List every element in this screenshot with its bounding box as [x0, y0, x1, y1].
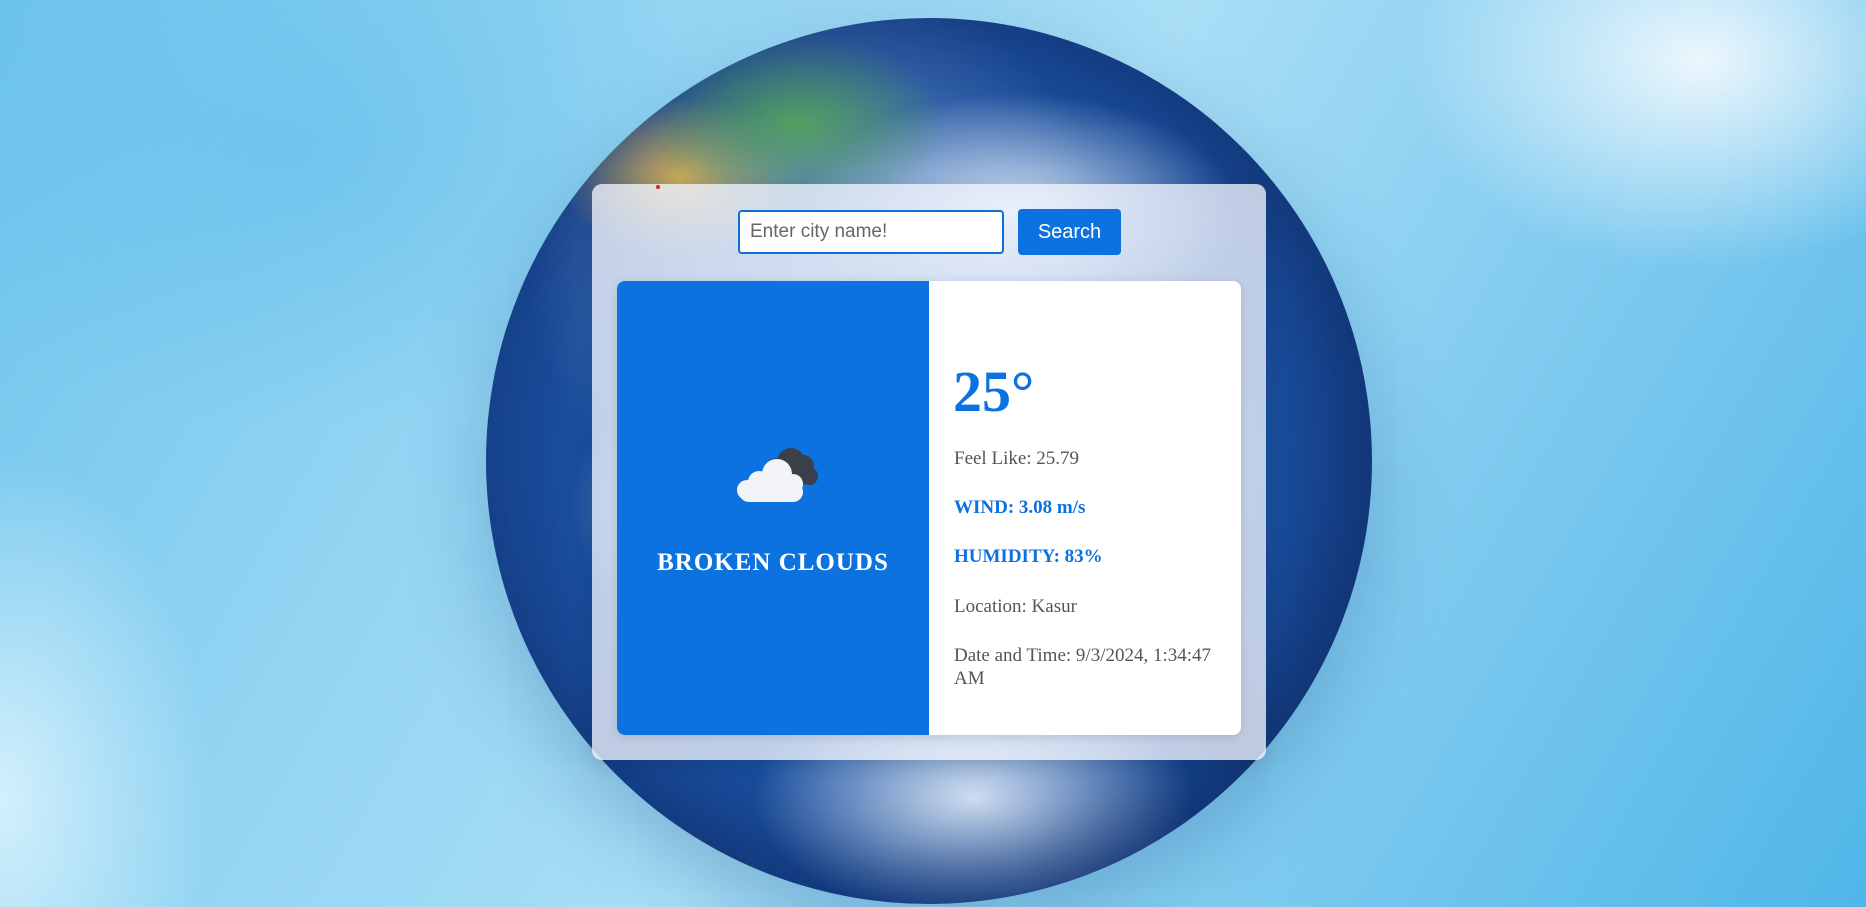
date-time-text: Date and Time: 9/3/2024, 1:34:47 AM — [954, 645, 1212, 689]
weather-condition-panel: BROKEN CLOUDS — [617, 281, 929, 735]
wind-text: WIND: 3.08 m/s — [954, 497, 1086, 518]
broken-clouds-icon — [737, 448, 818, 502]
cursor-dot — [656, 185, 660, 189]
search-button[interactable]: Search — [1018, 209, 1121, 255]
weather-card: BROKEN CLOUDS 25° Feel Like: 25.79 WIND:… — [617, 281, 1241, 735]
weather-app-panel: Search BROKEN CLOUDS — [592, 184, 1266, 760]
location-text: Location: Kasur — [954, 596, 1077, 617]
weather-condition-label: BROKEN CLOUDS — [657, 549, 889, 576]
temperature-value: 25° — [953, 359, 1035, 424]
search-bar: Search — [738, 209, 1121, 255]
humidity-text: HUMIDITY: 83% — [954, 546, 1103, 567]
weather-details-panel: 25° Feel Like: 25.79 WIND: 3.08 m/s HUMI… — [929, 281, 1241, 735]
city-search-input[interactable] — [738, 210, 1004, 254]
feels-like-text: Feel Like: 25.79 — [954, 448, 1080, 469]
